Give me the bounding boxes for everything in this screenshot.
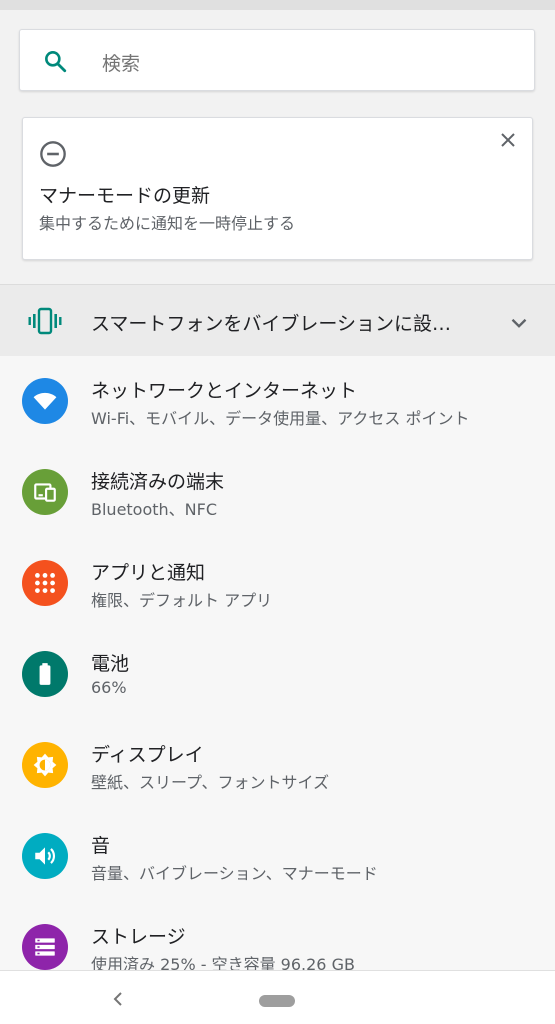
- settings-item-subtitle: 壁紙、スリープ、フォントサイズ: [91, 773, 330, 792]
- battery-icon: [22, 651, 68, 697]
- home-pill-button[interactable]: [259, 995, 295, 1007]
- dnd-card-title: マナーモードの更新: [39, 185, 211, 207]
- chevron-down-icon[interactable]: [506, 310, 532, 336]
- settings-item-title: ネットワークとインターネット: [91, 380, 358, 402]
- settings-item-apps[interactable]: アプリと通知 権限、デフォルト アプリ: [0, 538, 555, 629]
- settings-item-network[interactable]: ネットワークとインターネット Wi-Fi、モバイル、データ使用量、アクセス ポイ…: [0, 356, 555, 447]
- vibrate-label: スマートフォンをバイブレーションに設…: [91, 313, 452, 335]
- settings-item-subtitle: Bluetooth、NFC: [91, 500, 218, 519]
- dnd-card-subtitle: 集中するために通知を一時停止する: [39, 214, 296, 233]
- do-not-disturb-icon: [40, 141, 66, 167]
- settings-item-battery[interactable]: 電池 66%: [0, 629, 555, 720]
- volume-icon: [22, 833, 68, 879]
- close-icon[interactable]: [496, 128, 520, 152]
- settings-item-subtitle: Wi-Fi、モバイル、データ使用量、アクセス ポイント: [91, 409, 470, 428]
- brightness-icon: [22, 742, 68, 788]
- settings-item-subtitle: 音量、バイブレーション、マナーモード: [91, 864, 378, 883]
- search-icon: [45, 51, 67, 73]
- settings-item-storage[interactable]: ストレージ 使用済み 25% - 空き容量 96.26 GB: [0, 902, 555, 970]
- settings-item-title: ストレージ: [91, 926, 186, 948]
- apps-icon: [22, 560, 68, 606]
- settings-item-title: 音: [91, 835, 111, 857]
- dnd-suggestion-card[interactable]: マナーモードの更新 集中するために通知を一時停止する: [22, 117, 533, 260]
- settings-item-display[interactable]: ディスプレイ 壁紙、スリープ、フォントサイズ: [0, 720, 555, 811]
- vibrate-suggestion-row[interactable]: スマートフォンをバイブレーションに設…: [0, 285, 555, 356]
- storage-icon: [22, 924, 68, 970]
- back-icon[interactable]: [108, 989, 128, 1009]
- status-bar: [0, 0, 555, 10]
- search-bar[interactable]: 検索: [19, 29, 535, 91]
- navigation-bar: [0, 970, 555, 1024]
- search-placeholder[interactable]: 検索: [102, 49, 140, 76]
- settings-item-title: ディスプレイ: [91, 744, 204, 766]
- settings-item-sound[interactable]: 音 音量、バイブレーション、マナーモード: [0, 811, 555, 902]
- vibrate-icon: [28, 307, 62, 335]
- settings-item-connected-devices[interactable]: 接続済みの端末 Bluetooth、NFC: [0, 447, 555, 538]
- settings-item-subtitle: 使用済み 25% - 空き容量 96.26 GB: [91, 955, 355, 970]
- settings-item-subtitle: 権限、デフォルト アプリ: [91, 591, 273, 610]
- settings-list: ネットワークとインターネット Wi-Fi、モバイル、データ使用量、アクセス ポイ…: [0, 356, 555, 970]
- wifi-icon: [22, 378, 68, 424]
- settings-item-title: アプリと通知: [91, 562, 206, 584]
- settings-item-subtitle: 66%: [91, 678, 127, 697]
- settings-item-title: 接続済みの端末: [91, 471, 225, 493]
- settings-item-title: 電池: [91, 653, 130, 675]
- devices-icon: [22, 469, 68, 515]
